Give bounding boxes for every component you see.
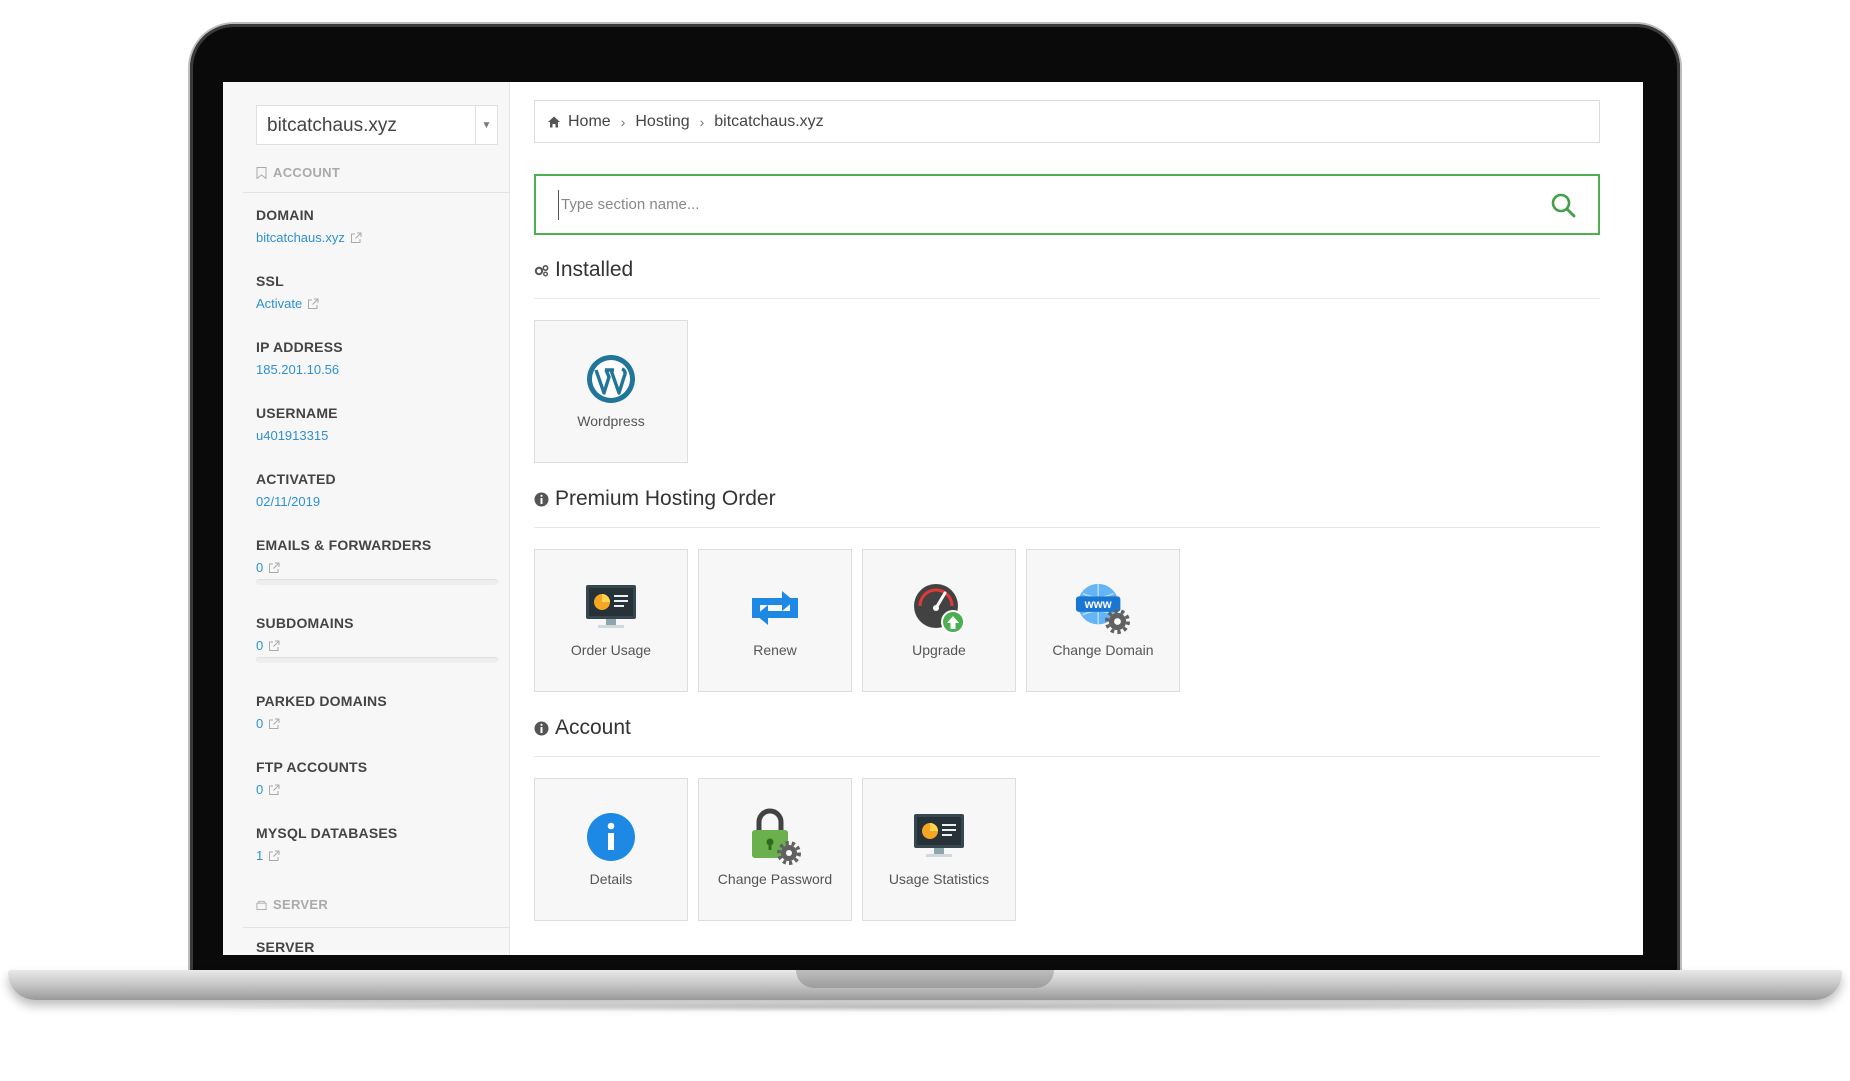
- ssl-activate-link[interactable]: Activate: [256, 296, 319, 311]
- ftp-accounts-link[interactable]: 0: [256, 782, 367, 797]
- tile-change-password[interactable]: Change Password: [698, 778, 852, 921]
- screen: bitcatchaus.xyz ▼ ACCOUNT DOMAIN bitcatc…: [223, 82, 1643, 955]
- gears-icon: [534, 264, 549, 276]
- chevron-right-icon: ›: [620, 113, 626, 130]
- section-installed-title: Installed: [534, 258, 633, 282]
- info-username: USERNAME u401913315: [256, 405, 338, 443]
- section-search-input[interactable]: [558, 189, 1550, 220]
- activated-value: 02/11/2019: [256, 494, 321, 509]
- info-emails: EMAILS & FORWARDERS 0: [256, 537, 432, 575]
- external-link-icon[interactable]: [307, 298, 319, 310]
- section-divider: [534, 756, 1600, 757]
- tile-details[interactable]: Details: [534, 778, 688, 921]
- chevron-down-icon[interactable]: ▼: [475, 106, 497, 144]
- external-link-icon[interactable]: [268, 640, 280, 652]
- tile-usage-statistics[interactable]: Usage Statistics: [862, 778, 1016, 921]
- tile-upgrade[interactable]: Upgrade: [862, 549, 1016, 692]
- server-heading: SERVER: [256, 897, 328, 912]
- external-link-icon[interactable]: [268, 784, 280, 796]
- search-icon[interactable]: [1550, 192, 1576, 218]
- monitor-chart-icon: [911, 809, 967, 865]
- domain-link[interactable]: bitcatchaus.xyz: [256, 230, 362, 245]
- info-mysql-databases: MYSQL DATABASES 1: [256, 825, 398, 863]
- info-server: SERVER: [256, 939, 315, 955]
- section-divider: [534, 298, 1600, 299]
- info-icon: [534, 492, 549, 506]
- info-activated: ACTIVATED 02/11/2019: [256, 471, 336, 509]
- divider: [243, 192, 510, 193]
- tile-wordpress[interactable]: Wordpress: [534, 320, 688, 463]
- subdomains-link[interactable]: 0: [256, 638, 354, 653]
- section-premium-title: Premium Hosting Order: [534, 487, 776, 511]
- tile-change-domain[interactable]: www Change Domain: [1026, 549, 1180, 692]
- main-content: Home › Hosting › bitcatchaus.xyz Install…: [510, 82, 1643, 955]
- info-parked-domains: PARKED DOMAINS 0: [256, 693, 387, 731]
- www-globe-gear-icon: www: [1075, 580, 1131, 636]
- sidebar: bitcatchaus.xyz ▼ ACCOUNT DOMAIN bitcatc…: [223, 82, 510, 955]
- monitor-chart-icon: [583, 580, 639, 636]
- info-domain: DOMAIN bitcatchaus.xyz: [256, 207, 362, 245]
- wordpress-icon: [583, 351, 639, 407]
- emails-link[interactable]: 0: [256, 560, 431, 575]
- server-icon: [256, 900, 267, 910]
- speedometer-upgrade-icon: [911, 580, 967, 636]
- section-account-title: Account: [534, 716, 631, 740]
- renew-arrows-icon: [747, 580, 803, 636]
- chevron-right-icon: ›: [699, 113, 705, 130]
- info-icon: [534, 721, 549, 735]
- external-link-icon[interactable]: [268, 850, 280, 862]
- account-heading: ACCOUNT: [256, 165, 340, 180]
- parked-domains-link[interactable]: 0: [256, 716, 387, 731]
- section-divider: [534, 527, 1600, 528]
- breadcrumb-current: bitcatchaus.xyz: [714, 112, 824, 130]
- subdomains-usage-bar: [256, 657, 498, 663]
- domain-select[interactable]: bitcatchaus.xyz ▼: [256, 105, 498, 145]
- svg-text:www: www: [1084, 599, 1113, 611]
- info-circle-icon: [583, 809, 639, 865]
- external-link-icon[interactable]: [268, 562, 280, 574]
- tile-order-usage[interactable]: Order Usage: [534, 549, 688, 692]
- breadcrumb: Home › Hosting › bitcatchaus.xyz: [534, 100, 1600, 143]
- info-ip-address: IP ADDRESS 185.201.10.56: [256, 339, 343, 377]
- laptop-shadow: [150, 1002, 1700, 1012]
- info-subdomains: SUBDOMAINS 0: [256, 615, 354, 653]
- emails-usage-bar: [256, 579, 498, 585]
- tile-renew[interactable]: Renew: [698, 549, 852, 692]
- breadcrumb-home[interactable]: Home: [568, 113, 611, 131]
- domain-select-value: bitcatchaus.xyz: [267, 115, 397, 136]
- breadcrumb-hosting[interactable]: Hosting: [635, 113, 689, 131]
- divider: [243, 927, 510, 928]
- ip-address-value: 185.201.10.56: [256, 362, 340, 377]
- external-link-icon[interactable]: [268, 718, 280, 730]
- info-ssl: SSL Activate: [256, 273, 319, 311]
- mysql-databases-link[interactable]: 1: [256, 848, 397, 863]
- external-link-icon[interactable]: [350, 232, 362, 244]
- home-icon[interactable]: [547, 115, 561, 129]
- username-value: u401913315: [256, 428, 329, 443]
- section-search: [534, 174, 1600, 235]
- lock-gear-icon: [747, 808, 803, 865]
- bookmark-icon: [256, 166, 267, 179]
- info-ftp-accounts: FTP ACCOUNTS 0: [256, 759, 368, 797]
- laptop-notch: [796, 970, 1054, 988]
